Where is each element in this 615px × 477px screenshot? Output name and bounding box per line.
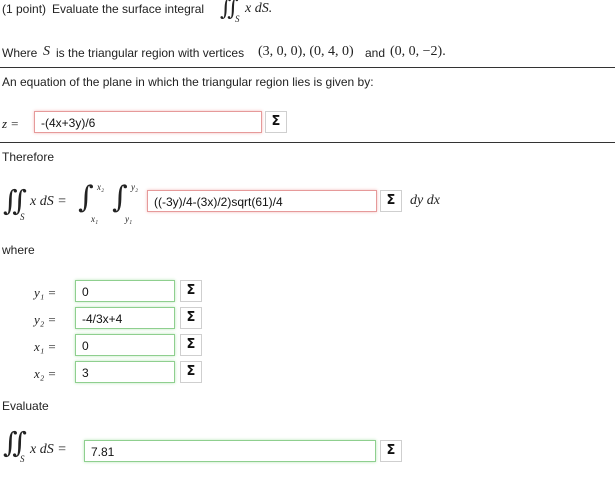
x2-lhs: x₂ = xyxy=(34,366,57,381)
y2-input[interactable]: -4/3x+4 xyxy=(75,307,175,329)
outer-lower-limit: x₁ xyxy=(91,214,99,224)
evaluate-result-input[interactable]: 7.81 xyxy=(84,440,376,462)
plane-lhs: z = xyxy=(2,116,20,131)
vertex-last: (0, 0, −2). xyxy=(390,44,446,59)
therefore-label: Therefore xyxy=(2,150,55,164)
x2-input[interactable]: 3 xyxy=(75,361,175,383)
y2-lhs: y₂ = xyxy=(34,312,57,327)
inner-upper-limit: y₂ xyxy=(131,182,139,192)
y1-input[interactable]: 0 xyxy=(75,280,175,302)
outer-upper-limit: x₂ xyxy=(97,182,105,192)
problem-integrand: x dS. xyxy=(245,1,273,16)
differentials: dy dx xyxy=(410,193,440,208)
evaluate-label: Evaluate xyxy=(2,399,49,413)
evaluate-lhs: x dS = xyxy=(30,442,67,457)
therefore-lhs: x dS = xyxy=(30,194,67,209)
plane-sigma-button[interactable]: Σ xyxy=(265,111,287,133)
x1-sigma-button[interactable]: Σ xyxy=(180,334,202,356)
outer-integral: ∫ xyxy=(78,180,94,215)
x1-input[interactable]: 0 xyxy=(75,334,175,356)
integral-subscript-s: S xyxy=(235,14,240,24)
y2-sigma-button[interactable]: Σ xyxy=(180,307,202,329)
x1-lhs: x₁ = xyxy=(34,339,57,354)
where-label: where xyxy=(2,243,35,257)
where-prefix: Where xyxy=(2,46,38,60)
vertices-and: and xyxy=(365,46,386,60)
inner-integral: ∫ xyxy=(112,180,128,215)
plane-label: An equation of the plane in which the tr… xyxy=(2,75,374,89)
divider-2 xyxy=(0,142,615,143)
x2-sigma-button[interactable]: Σ xyxy=(180,361,202,383)
therefore-subscript-s: S xyxy=(20,212,25,222)
integrand-input[interactable]: ((-3y)/4-(3x)/2)sqrt(61)/4 xyxy=(147,190,377,212)
plane-equation-input[interactable]: -(4x+3y)/6 xyxy=(34,111,262,133)
integrand-sigma-button[interactable]: Σ xyxy=(380,190,402,212)
y1-sigma-button[interactable]: Σ xyxy=(180,280,202,302)
problem-points: (1 point) xyxy=(2,2,47,16)
vertices: (3, 0, 0), (0, 4, 0) xyxy=(258,44,354,59)
inner-lower-limit: y₁ xyxy=(125,214,133,224)
evaluate-subscript-s: S xyxy=(20,454,25,464)
problem-prompt: Evaluate the surface integral xyxy=(52,2,205,16)
where-description: is the triangular region with vertices xyxy=(56,46,245,60)
evaluate-sigma-button[interactable]: Σ xyxy=(380,440,402,462)
where-var-s: S xyxy=(43,44,50,59)
y1-lhs: y₁ = xyxy=(34,285,57,300)
divider-1 xyxy=(0,67,615,68)
